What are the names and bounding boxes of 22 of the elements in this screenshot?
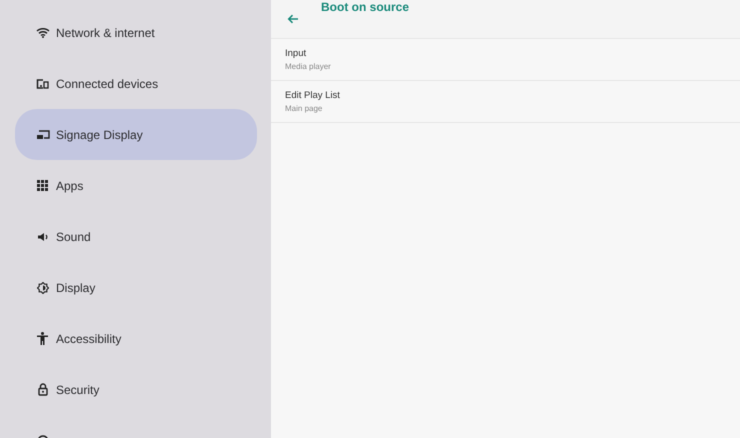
speaker-icon [36,232,48,242]
setting-title[interactable]: Input [285,48,306,59]
setting-summary: Main page [285,104,322,113]
back-arrow-icon[interactable] [287,14,299,24]
brightness-icon [36,282,48,294]
sidebar-item[interactable]: Accessibility [15,313,257,364]
wifi-icon [36,27,50,38]
page-title: Boot on source [321,0,410,14]
sidebar-item[interactable]: Apps [15,160,257,211]
sidebar-item[interactable]: Network & internet [15,7,257,58]
lock-icon [38,383,48,396]
sidebar-item[interactable]: Signage Display [15,109,257,160]
devices-icon [36,78,49,88]
grid-icon [37,180,48,191]
sidebar-item[interactable]: Security [15,364,257,415]
sidebar-item[interactable]: Sound [15,211,257,262]
sidebar-item[interactable]: Connected devices [15,58,257,109]
sidebar-item[interactable]: Display [15,262,257,313]
setting-title[interactable]: Edit Play List [285,90,340,101]
person-icon [37,332,48,345]
setting-summary: Media player [285,62,331,71]
screen-icon [36,130,50,140]
